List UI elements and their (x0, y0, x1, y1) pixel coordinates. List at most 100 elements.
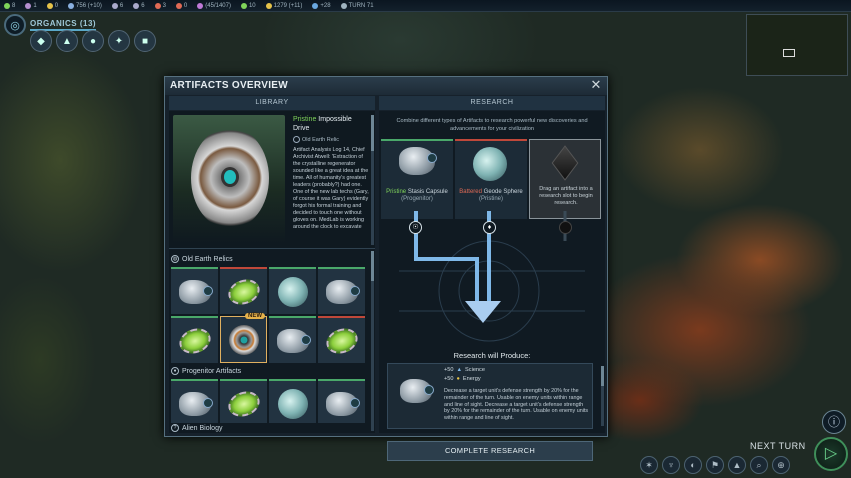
top-resource-value: 1 (33, 2, 37, 9)
victory-icon[interactable]: ▲ (728, 456, 746, 474)
top-resource[interactable]: 0 (175, 2, 188, 9)
old-earth-relics-grid: NEW (171, 267, 365, 363)
map-icon[interactable]: ⊕ (772, 456, 790, 474)
artifact-name: Pristine Impossible Drive (293, 116, 352, 132)
drone-action-icon[interactable]: ✦ (108, 30, 130, 52)
geode-sphere-image (473, 147, 507, 181)
quests-icon[interactable]: ⚑ (706, 456, 724, 474)
top-resource[interactable]: 8 (4, 2, 16, 9)
energy-bonus: +50 ● Energy (444, 376, 481, 382)
sphere-icon (277, 388, 308, 419)
close-icon[interactable]: ✕ (589, 78, 603, 92)
empty-slot-cube-icon (551, 145, 579, 181)
top-resource[interactable]: 1279 (+11) (265, 2, 303, 9)
top-resource[interactable]: 0 (46, 2, 58, 9)
top-resource-value: 6 (119, 2, 124, 9)
description-scrollbar[interactable] (371, 115, 374, 245)
top-resource-bar: 8 1 0 756 (+10) 6 6 3 0 (45/1407) 10 1279 (+11) +28… (0, 0, 851, 12)
result-scrollbar[interactable] (601, 366, 604, 426)
artifact-slot[interactable] (318, 267, 365, 314)
slot-1-label: Pristine Stasis Capsule (Progenitor) (386, 189, 448, 202)
complete-research-button[interactable]: COMPLETE RESEARCH (387, 441, 593, 461)
artifact-slot[interactable] (269, 267, 316, 314)
artifact-slot[interactable] (318, 379, 365, 426)
research-will-produce-label: Research will Produce: (453, 351, 531, 360)
compass-icon[interactable]: ◎ (4, 14, 26, 36)
artifact-slot[interactable] (220, 379, 267, 426)
section-alien-biology[interactable]: ? Alien Biology (171, 423, 366, 433)
artifacts-overview-dialog: ARTIFACTS OVERVIEW ✕ LIBRARY RESEARCH Pr… (164, 76, 608, 461)
new-badge: NEW (245, 313, 265, 319)
vehicle-action-icon[interactable]: ● (82, 30, 104, 52)
diplomacy-icon[interactable]: ◐ (684, 456, 702, 474)
top-resource-value: 756 (+10) (76, 2, 102, 9)
top-resource[interactable]: +28 (312, 2, 331, 9)
minimap[interactable] (746, 14, 848, 76)
artifact-slot[interactable] (269, 379, 316, 426)
impossible-drive-icon (228, 324, 259, 355)
research-intro: Combine different types of Artifacts to … (396, 118, 588, 132)
research-slot-empty[interactable]: Drag an artifact into a research slot to… (529, 139, 601, 219)
turn-icon (340, 2, 347, 9)
section-old-earth-relics[interactable]: ◍ Old Earth Relics (171, 253, 233, 265)
top-resource-value: 10 (248, 2, 256, 9)
research-result: +50 ▲ Science +50 ● Energy Decrease a target… (387, 363, 593, 429)
top-resource[interactable]: TURN 71 (340, 2, 374, 9)
top-resource-value: 1279 (+11) (273, 2, 303, 9)
research-icon (312, 2, 319, 9)
energy-total-icon (265, 2, 272, 9)
science-icon: ▲ (456, 367, 463, 373)
resource-icon-3 (154, 2, 161, 9)
capsule-icon (325, 279, 360, 304)
top-resource[interactable]: (45/1407) (197, 2, 231, 9)
slot-2-label: Battered Geode Sphere (Pristine) (459, 189, 523, 202)
library-scrollbar[interactable] (371, 251, 374, 431)
resource-icon (111, 2, 118, 9)
search-icon[interactable]: ⌕ (750, 456, 768, 474)
rocket-action-icon[interactable]: ▲ (56, 30, 78, 52)
artifact-slot[interactable] (318, 316, 365, 363)
tech-web-icon[interactable]: ✶ (640, 456, 658, 474)
leaf-icon (224, 274, 263, 309)
artifact-slot-selected[interactable]: NEW (220, 313, 267, 363)
top-resource-value: 0 (183, 2, 188, 9)
top-resource-value: 8 (12, 2, 16, 9)
top-resource[interactable]: 6 (111, 2, 124, 9)
section-progenitor-artifacts[interactable]: ♦ Progenitor Artifacts (171, 365, 241, 377)
health-icon (240, 2, 247, 9)
notification-icon[interactable]: ⓘ (822, 410, 846, 434)
research-slot-2[interactable]: Battered Geode Sphere (Pristine) (455, 139, 527, 219)
research-header: RESEARCH (379, 96, 605, 110)
science-icon (4, 2, 10, 9)
capsule-icon (325, 391, 360, 416)
top-resource[interactable]: 10 (240, 2, 256, 9)
culture-total-icon (197, 2, 204, 9)
progenitor-node-icon: ☉ (409, 221, 422, 234)
next-turn-button[interactable]: ▷ (814, 437, 848, 471)
research-slot-1[interactable]: Pristine Stasis Capsule (Progenitor) (381, 139, 453, 219)
affinity-icon[interactable]: ♆ (662, 456, 680, 474)
shield-action-icon[interactable]: ◆ (30, 30, 52, 52)
next-turn-label[interactable]: NEXT TURN (750, 441, 806, 451)
artifact-slot[interactable] (269, 316, 316, 363)
dialog-title: ARTIFACTS OVERVIEW (165, 77, 607, 95)
artifact-slot[interactable] (220, 267, 267, 314)
old-earth-relic-icon (293, 136, 300, 143)
flame-icon: ♦ (171, 367, 179, 375)
top-resource-value: TURN 71 (348, 2, 374, 9)
top-resource[interactable]: 6 (133, 2, 145, 9)
science-bonus: +50 ▲ Science (444, 367, 485, 373)
minimap-viewport-icon (783, 49, 795, 57)
leaf-icon (322, 323, 361, 358)
energy-icon (46, 2, 53, 9)
artifact-slot[interactable] (171, 267, 218, 314)
tank-action-icon[interactable]: ■ (134, 30, 156, 52)
top-resource-value: (45/1407) (205, 2, 231, 9)
empty-node-icon (559, 221, 572, 234)
leaf-icon (175, 323, 214, 358)
top-resource[interactable]: 1 (25, 2, 37, 9)
top-resource[interactable]: 756 (+10) (68, 2, 102, 9)
top-resource[interactable]: 3 (154, 2, 166, 9)
artifact-slot[interactable] (171, 379, 218, 426)
artifact-slot[interactable] (171, 316, 218, 363)
